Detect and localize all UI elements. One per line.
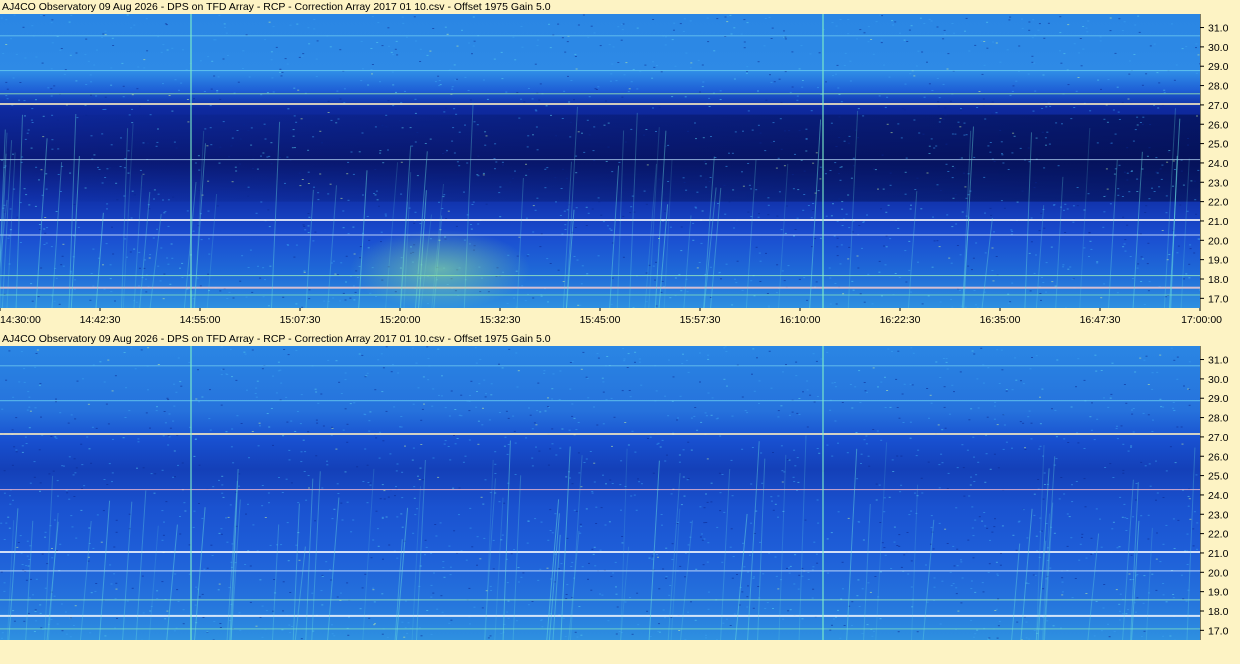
rfi-line [0, 433, 1200, 435]
time-tick-label: 15:57:30 [680, 314, 721, 326]
frequency-tick-label: 22.0 [1208, 197, 1229, 209]
frequency-tick-label: 19.0 [1208, 255, 1229, 267]
time-tick-label: 16:47:30 [1080, 314, 1121, 326]
frequency-tick-label: 25.0 [1208, 471, 1229, 483]
rfi-line [0, 70, 1200, 72]
rfi-line [0, 628, 1200, 630]
emission-glow [350, 229, 530, 308]
rfi-line [0, 599, 1200, 601]
time-tick-label: 17:00:00 [1181, 314, 1222, 326]
rfi-line [0, 275, 1200, 277]
rfi-line [0, 35, 1200, 37]
frequency-tick-label: 31.0 [1208, 355, 1229, 367]
frequency-tick-label: 27.0 [1208, 432, 1229, 444]
bottom-strip [0, 640, 1240, 664]
rfi-line [0, 219, 1200, 221]
frequency-tick-label: 27.0 [1208, 100, 1229, 112]
rfi-line [0, 103, 1200, 105]
rfi-line [0, 570, 1200, 572]
rfi-line [0, 551, 1200, 553]
burst-streak [190, 346, 192, 640]
spectrogram-bottom [0, 346, 1200, 640]
panel-title-top: AJ4CO Observatory 09 Aug 2026 - DPS on T… [0, 0, 1240, 14]
frequency-tick-label: 23.0 [1208, 177, 1229, 189]
frequency-tick-label: 30.0 [1208, 42, 1229, 54]
frequency-tick-label: 17.0 [1208, 625, 1229, 637]
rfi-line [0, 159, 1200, 161]
time-tick-label: 15:20:00 [380, 314, 421, 326]
burst-streak [822, 346, 824, 640]
time-tick-label: 15:32:30 [480, 314, 521, 326]
frequency-tick-label: 25.0 [1208, 139, 1229, 151]
frequency-axis-top: 31.0 30.0 29.0 28.0 27.0 26.0 25.0 24.0 23.0 22.0… [1200, 14, 1240, 308]
frequency-tick-label: 23.0 [1208, 509, 1229, 521]
time-tick-label: 15:07:30 [280, 314, 321, 326]
rfi-line [0, 614, 1200, 617]
frequency-tick-label: 30.0 [1208, 374, 1229, 386]
frequency-tick-label: 18.0 [1208, 606, 1229, 618]
burst-streak [190, 14, 192, 308]
panel-title-bottom: AJ4CO Observatory 09 Aug 2026 - DPS on T… [0, 332, 1240, 346]
frequency-axis-bottom: 31.0 30.0 29.0 28.0 27.0 26.0 25.0 24.0 23.0 22.0… [1200, 346, 1240, 640]
frequency-tick-label: 22.0 [1208, 529, 1229, 541]
time-tick-label: 16:10:00 [780, 314, 821, 326]
spectrogram-panel-bottom: AJ4CO Observatory 09 Aug 2026 - DPS on T… [0, 332, 1240, 640]
rfi-line [0, 286, 1200, 289]
rfi-line [0, 93, 1200, 95]
frequency-tick-label: 20.0 [1208, 567, 1229, 579]
frequency-tick-label: 18.0 [1208, 274, 1229, 286]
frequency-tick-label: 28.0 [1208, 413, 1229, 425]
burst-streak [822, 14, 824, 308]
spectrogram-background [0, 346, 1200, 640]
rfi-line [0, 234, 1200, 236]
time-tick-label: 16:22:30 [880, 314, 921, 326]
time-tick-label: 14:55:00 [180, 314, 221, 326]
time-tick-label: 16:35:00 [980, 314, 1021, 326]
spectrogram-top [0, 14, 1200, 308]
spectrogram-panel-top: AJ4CO Observatory 09 Aug 2026 - DPS on T… [0, 0, 1240, 330]
frequency-tick-label: 29.0 [1208, 61, 1229, 73]
frequency-tick-label: 26.0 [1208, 451, 1229, 463]
time-axis: 14:30:00 14:42:30 14:55:00 15:07:30 15:20:00… [0, 308, 1240, 330]
rfi-line [0, 294, 1200, 296]
frequency-tick-label: 28.0 [1208, 81, 1229, 93]
frequency-tick-label: 21.0 [1208, 216, 1229, 228]
frequency-tick-label: 19.0 [1208, 587, 1229, 599]
time-tick-label: 14:42:30 [80, 314, 121, 326]
time-tick-label: 15:45:00 [580, 314, 621, 326]
time-tick-label: 14:30:00 [0, 314, 41, 326]
absorption-band [0, 114, 1200, 202]
frequency-tick-label: 17.0 [1208, 293, 1229, 305]
frequency-tick-label: 20.0 [1208, 235, 1229, 247]
frequency-tick-label: 24.0 [1208, 490, 1229, 502]
frequency-tick-label: 24.0 [1208, 158, 1229, 170]
frequency-tick-label: 21.0 [1208, 548, 1229, 560]
rfi-line [0, 365, 1200, 367]
frequency-tick-label: 26.0 [1208, 119, 1229, 131]
frequency-tick-label: 29.0 [1208, 393, 1229, 405]
rfi-line [0, 489, 1200, 491]
frequency-tick-label: 31.0 [1208, 23, 1229, 35]
rfi-line [0, 400, 1200, 402]
